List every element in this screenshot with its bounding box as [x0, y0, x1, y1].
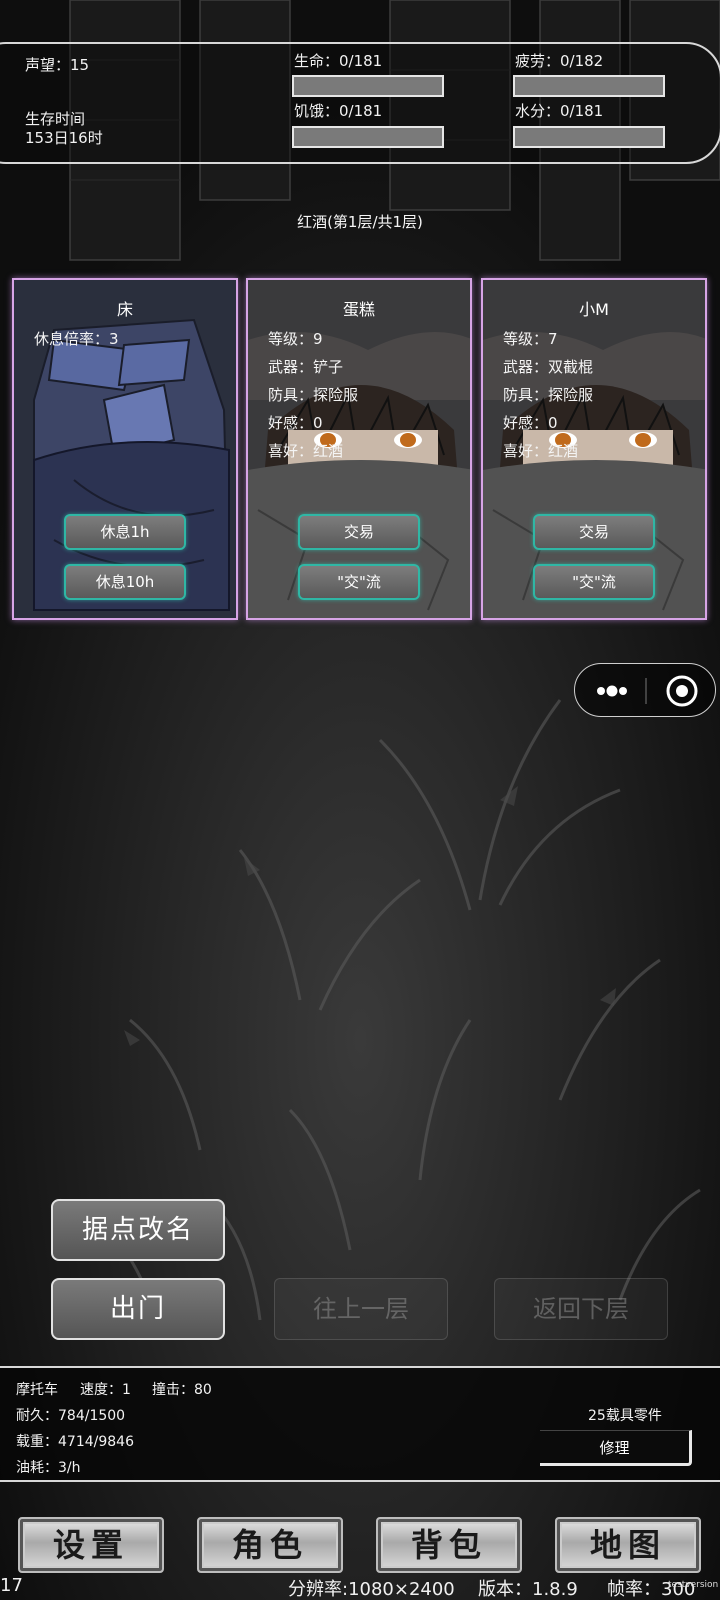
npc-2-weapon: 武器：双截棍	[503, 358, 594, 376]
settings-button[interactable]: 设置	[18, 1517, 164, 1573]
npc-1-talk-button[interactable]: "交"流	[298, 564, 420, 600]
go-out-button[interactable]: 出门	[51, 1278, 225, 1340]
npc-2-name: 小M	[579, 300, 609, 319]
rest-1h-button[interactable]: 休息1h	[64, 514, 186, 550]
background-scene	[0, 0, 720, 1600]
vehicle-fuel: 油耗：3/h	[16, 1460, 81, 1476]
npc-1-favor: 好感：0	[268, 414, 323, 432]
vehicle-parts: 25载具零件	[588, 1408, 662, 1424]
repair-button[interactable]: 修理	[540, 1430, 692, 1466]
footer-watermark: testversion	[668, 1580, 719, 1590]
npc-card-2: 小M 等级：7 武器：双截棍 防具：探险服 好感：0 喜好：红酒 交易 "交"流	[481, 278, 707, 620]
hunger-label: 饥饿：0/181	[294, 102, 383, 120]
more-dots-icon[interactable]	[587, 672, 637, 710]
vehicle-name: 摩托车	[16, 1382, 58, 1398]
rest-rate-label: 休息倍率：3	[34, 330, 119, 348]
bed-card-title: 床	[116, 300, 133, 319]
miniprogram-capsule	[574, 663, 716, 717]
bed-card: 床 休息倍率：3 休息1h 休息10h	[12, 278, 238, 620]
close-target-icon[interactable]	[657, 672, 707, 710]
rename-base-button[interactable]: 据点改名	[51, 1199, 225, 1261]
footer-version: 版本：1.8.9	[478, 1579, 578, 1600]
vehicle-load: 载重：4714/9846	[16, 1434, 134, 1450]
npc-1-weapon: 武器：铲子	[268, 358, 344, 376]
npc-card-1: 蛋糕 等级：9 武器：铲子 防具：探险服 好感：0 喜好：红酒 交易 "交"流	[246, 278, 472, 620]
npc-2-talk-button[interactable]: "交"流	[533, 564, 655, 600]
rest-10h-button[interactable]: 休息10h	[64, 564, 186, 600]
go-down-button: 返回下层	[494, 1278, 668, 1340]
water-bar	[513, 126, 665, 148]
backpack-button[interactable]: 背包	[376, 1517, 522, 1573]
npc-1-armor: 防具：探险服	[268, 386, 359, 404]
go-up-button: 往上一层	[274, 1278, 448, 1340]
character-button[interactable]: 角色	[197, 1517, 343, 1573]
map-button[interactable]: 地图	[555, 1517, 701, 1573]
footer-resolution: 分辨率:1080×2400	[288, 1579, 455, 1600]
npc-1-trade-button[interactable]: 交易	[298, 514, 420, 550]
npc-2-level: 等级：7	[503, 330, 558, 348]
npc-1-level: 等级：9	[268, 330, 323, 348]
vehicle-durability: 耐久：784/1500	[16, 1408, 126, 1424]
vehicle-impact: 撞击：80	[152, 1382, 212, 1398]
fatigue-label: 疲劳：0/182	[515, 52, 604, 70]
fatigue-bar	[513, 75, 665, 97]
hunger-bar	[292, 126, 444, 148]
npc-2-like: 喜好：红酒	[503, 442, 579, 460]
vehicle-speed: 速度：1	[80, 1382, 131, 1398]
location-title: 红酒(第1层/共1层)	[297, 213, 423, 231]
life-bar	[292, 75, 444, 97]
npc-1-like: 喜好：红酒	[268, 442, 344, 460]
npc-2-armor: 防具：探险服	[503, 386, 594, 404]
survival-time-value: 153日16时	[25, 129, 103, 147]
npc-1-name: 蛋糕	[342, 300, 375, 319]
life-label: 生命：0/181	[294, 52, 383, 70]
footer-left-number: 17	[0, 1575, 23, 1596]
npc-2-favor: 好感：0	[503, 414, 558, 432]
water-label: 水分：0/181	[515, 102, 604, 120]
reputation-label: 声望：15	[25, 56, 90, 74]
survival-time-label: 生存时间	[25, 110, 86, 128]
npc-2-trade-button[interactable]: 交易	[533, 514, 655, 550]
